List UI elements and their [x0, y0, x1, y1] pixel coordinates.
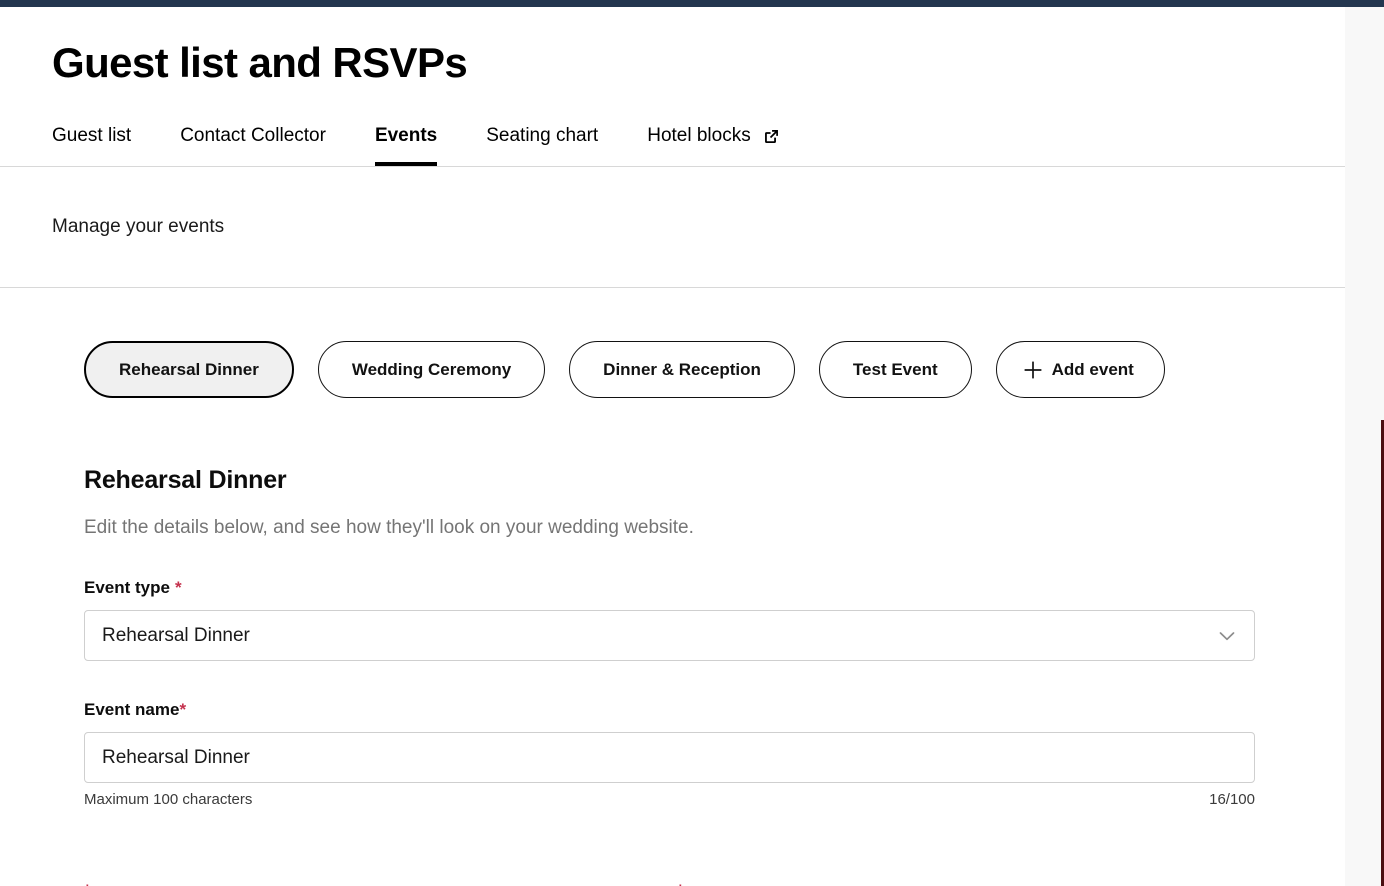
top-accent-bar	[0, 0, 1384, 7]
event-pill-label: Dinner & Reception	[603, 359, 761, 379]
event-pill-label: Test Event	[852, 359, 938, 379]
next-fields-cutoff: * *	[0, 881, 1345, 886]
event-type-label: Event type *	[84, 578, 1345, 598]
event-pill-dinner-reception[interactable]: Dinner & Reception	[569, 341, 795, 399]
event-type-control: Rehearsal Dinner	[84, 610, 1255, 662]
event-pill-label: Wedding Ceremony	[351, 359, 512, 379]
event-type-label-text: Event type	[84, 578, 170, 598]
form-title: Rehearsal Dinner	[84, 466, 287, 495]
event-name-character-counter: 16/100	[1209, 791, 1255, 809]
tab-label: Guest list	[52, 125, 132, 147]
section-divider	[0, 287, 1345, 289]
event-pill-list: Rehearsal Dinner Wedding Ceremony Dinner…	[0, 341, 1345, 399]
add-event-button[interactable]: Add event	[995, 341, 1165, 399]
tab-label: Hotel blocks	[647, 125, 751, 147]
event-detail-form: Rehearsal Dinner Edit the details below,…	[0, 466, 1345, 808]
required-asterisk: *	[677, 881, 684, 886]
field-event-type: Event type * Rehearsal Dinner	[84, 578, 1345, 662]
tab-label: Events	[374, 125, 438, 147]
page-title: Guest list and RSVPs	[52, 39, 468, 86]
event-name-control	[84, 732, 1255, 784]
event-name-helper-text: Maximum 100 characters	[84, 791, 253, 809]
tab-events[interactable]: Events	[374, 125, 438, 167]
page-content: Guest list and RSVPs Guest list Contact …	[0, 7, 1345, 886]
tab-guest-list[interactable]: Guest list	[52, 126, 131, 166]
event-pill-test-event[interactable]: Test Event	[818, 341, 972, 399]
event-pill-wedding-ceremony[interactable]: Wedding Ceremony	[317, 341, 546, 399]
field-event-name: Event name* Maximum 100 characters 16/10…	[84, 700, 1345, 808]
required-asterisk: *	[174, 578, 182, 598]
event-name-helper-row: Maximum 100 characters 16/100	[84, 791, 1255, 808]
event-name-label: Event name*	[84, 700, 1345, 720]
add-event-label: Add event	[1051, 359, 1134, 379]
form-subtitle: Edit the details below, and see how they…	[84, 517, 694, 539]
manage-events-label: Manage your events	[52, 216, 225, 238]
required-asterisk: *	[179, 700, 187, 720]
main-tab-bar: Guest list Contact Collector Events Seat…	[52, 114, 1345, 167]
event-name-label-text: Event name	[84, 700, 180, 720]
manage-events-section: Manage your events	[0, 167, 1345, 287]
tab-label: Contact Collector	[180, 125, 326, 147]
tab-contact-collector[interactable]: Contact Collector	[180, 126, 326, 166]
event-type-value: Rehearsal Dinner	[102, 625, 250, 647]
page-header: Guest list and RSVPs Guest list Contact …	[0, 7, 1345, 167]
tab-hotel-blocks[interactable]: Hotel blocks	[647, 126, 781, 166]
event-pill-rehearsal-dinner[interactable]: Rehearsal Dinner	[84, 341, 294, 399]
cutoff-label-left: *	[84, 881, 91, 886]
required-asterisk: *	[84, 881, 91, 886]
tab-label: Seating chart	[486, 125, 599, 147]
event-name-input[interactable]	[84, 732, 1255, 784]
event-type-select[interactable]: Rehearsal Dinner	[84, 610, 1255, 662]
cutoff-label-right: *	[677, 881, 684, 886]
tab-seating-chart[interactable]: Seating chart	[486, 126, 598, 166]
plus-icon	[1023, 360, 1043, 380]
event-pill-label: Rehearsal Dinner	[119, 359, 259, 379]
external-link-icon	[762, 127, 781, 146]
right-side-panel	[1345, 7, 1384, 886]
